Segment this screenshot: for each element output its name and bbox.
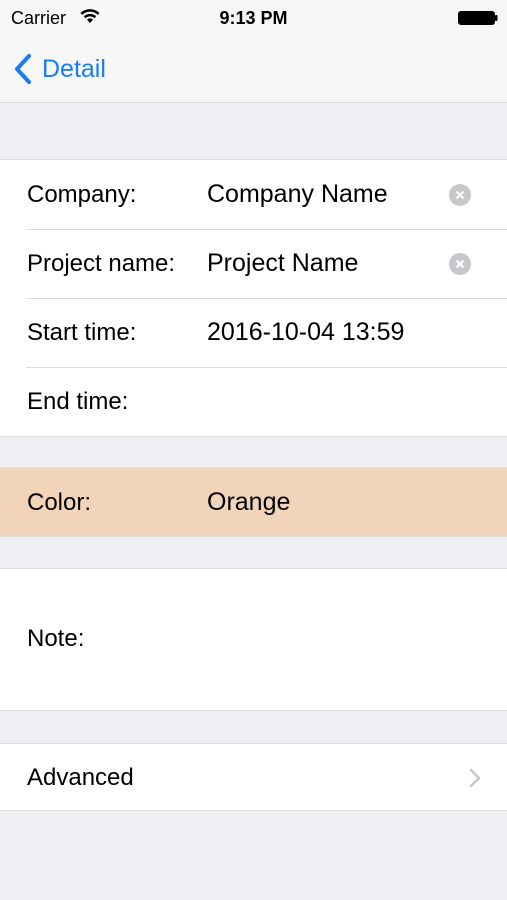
details-section: Company: Company Name Project name: Proj… <box>0 159 507 437</box>
color-row[interactable]: Color: Orange <box>0 467 507 537</box>
end-time-row[interactable]: End time: <box>0 367 507 436</box>
company-label: Company: <box>27 180 137 208</box>
project-name-value: Project Name <box>207 249 359 277</box>
company-value: Company Name <box>207 180 388 208</box>
note-label: Note: <box>27 625 85 652</box>
start-time-value: 2016-10-04 13:59 <box>207 318 405 346</box>
color-value: Orange <box>207 488 291 516</box>
back-button[interactable]: Detail <box>12 52 106 86</box>
screen: Carrier 9:13 PM Detail Company: Company … <box>0 0 507 900</box>
advanced-label: Advanced <box>27 764 134 791</box>
advanced-section: Advanced <box>0 743 507 811</box>
project-name-label: Project name: <box>27 249 176 277</box>
x-icon <box>455 259 465 268</box>
status-time: 9:13 PM <box>219 8 288 28</box>
chevron-left-icon <box>15 54 31 84</box>
start-time-row[interactable]: Start time: 2016-10-04 13:59 <box>0 298 507 367</box>
end-time-label: End time: <box>27 387 129 415</box>
navigation-bar: Detail <box>0 38 507 103</box>
clear-project-name-icon[interactable] <box>449 252 471 275</box>
chevron-right-icon <box>469 768 481 788</box>
status-bar: Carrier 9:13 PM <box>0 0 507 38</box>
start-time-label: Start time: <box>27 318 137 346</box>
battery-icon <box>458 11 498 25</box>
color-row-inner: Color: Orange <box>0 468 507 537</box>
back-label: Detail <box>42 54 106 83</box>
clear-company-icon[interactable] <box>449 183 471 206</box>
project-name-row: Project name: Project Name <box>0 229 507 298</box>
note-section: Note: <box>0 568 507 711</box>
note-field[interactable]: Note: <box>0 569 507 710</box>
color-label: Color: <box>27 488 92 516</box>
advanced-row[interactable]: Advanced <box>0 744 507 810</box>
x-icon <box>455 190 465 199</box>
company-row: Company: Company Name <box>0 160 507 229</box>
